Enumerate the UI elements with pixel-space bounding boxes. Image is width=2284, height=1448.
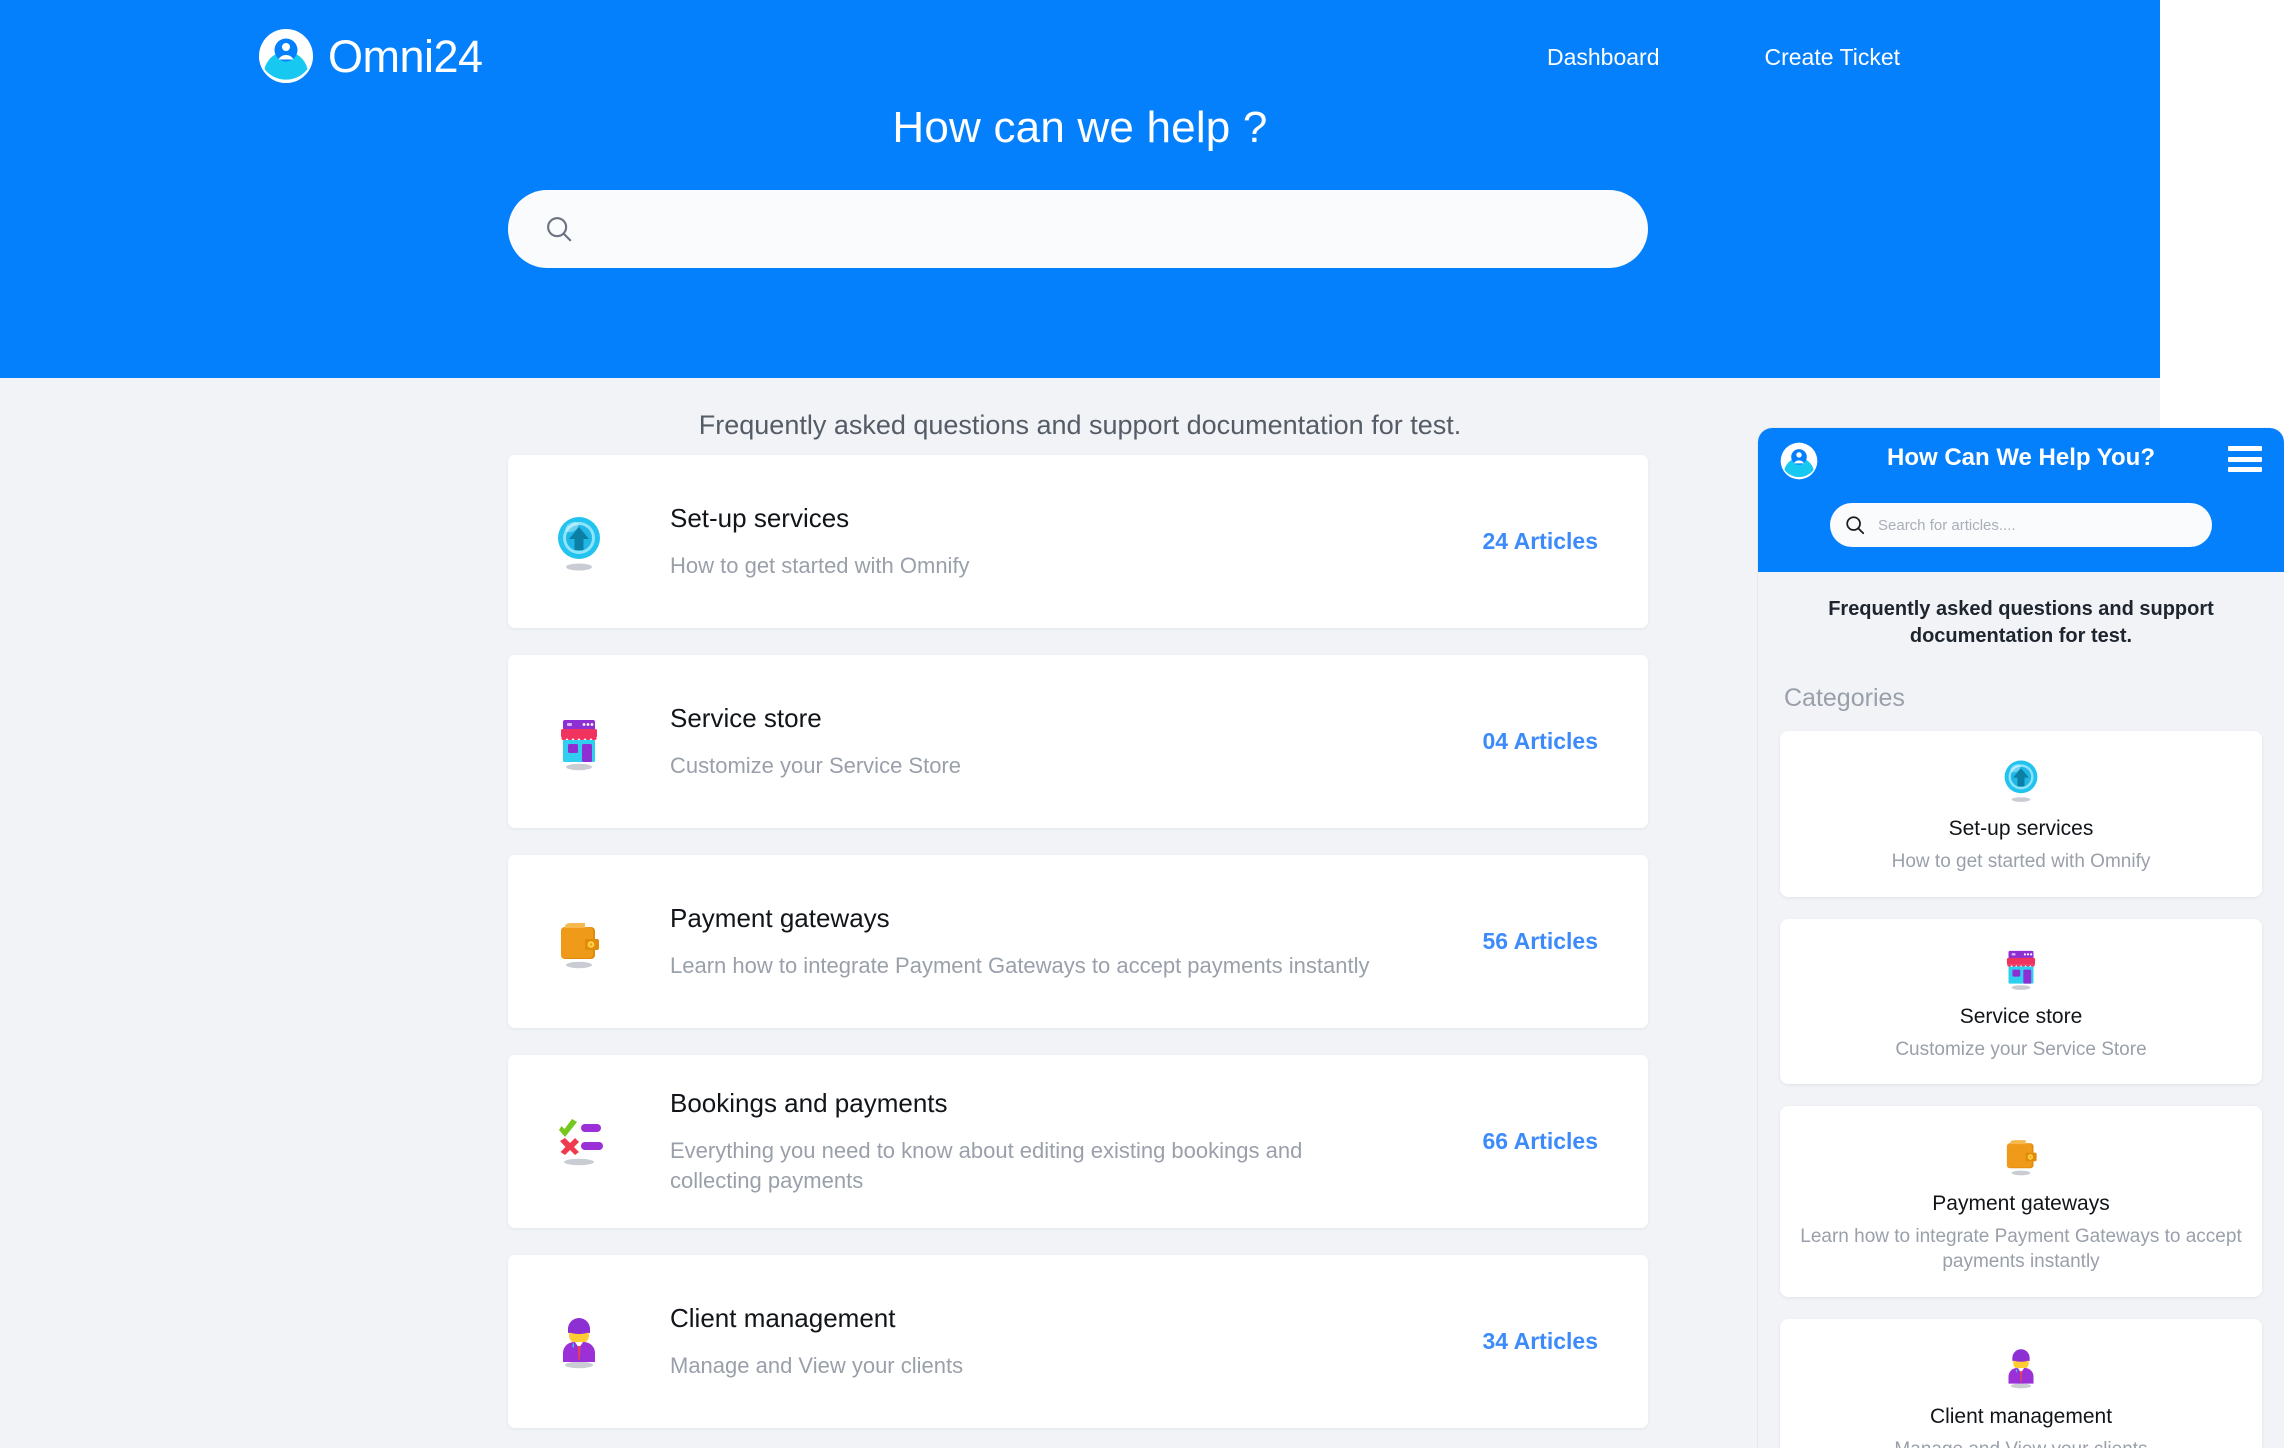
mobile-title: How Can We Help You? [1886, 444, 2156, 471]
category-description: How to get started with Omnify [670, 552, 970, 578]
search-input[interactable] [592, 216, 1612, 242]
category-title: Client management [670, 1302, 896, 1333]
category-card-text: Client management Manage and View your c… [612, 1303, 1483, 1381]
category-card-payment-gateways[interactable]: Payment gateways Learn how to integrate … [508, 855, 1648, 1028]
category-article-count[interactable]: 24 Articles [1483, 528, 1599, 555]
nav-link-create-ticket[interactable]: Create Ticket [1765, 44, 1901, 71]
category-card-text: Bookings and payments Everything you nee… [612, 1088, 1483, 1196]
category-card-service-store[interactable]: Service store Customize your Service Sto… [508, 655, 1648, 828]
nav-links: Dashboard Create Ticket [1547, 44, 1900, 71]
category-description: Customize your Service Store [670, 752, 961, 778]
nav-link-dashboard[interactable]: Dashboard [1547, 44, 1660, 71]
mobile-search-bar[interactable] [1830, 503, 2212, 547]
person-icon [546, 1309, 612, 1375]
category-card-set-up-services[interactable]: Set-up services How to get started with … [508, 455, 1648, 628]
mobile-preview-panel: How Can We Help You? Frequently asked qu… [1758, 428, 2284, 1448]
hamburger-bar [2228, 446, 2262, 451]
wallet-icon [546, 909, 612, 975]
category-card-text: Payment gateways Learn how to integrate … [612, 903, 1483, 981]
wallet-icon [1798, 1128, 2244, 1182]
category-card-text: Set-up services How to get started with … [612, 503, 1483, 581]
category-article-count[interactable]: 34 Articles [1483, 1328, 1599, 1355]
search-icon [547, 217, 572, 242]
mobile-category-title: Payment gateways [1932, 1192, 2110, 1216]
category-description: Learn how to integrate Payment Gateways … [670, 952, 1370, 978]
brand-name: Omni24 [328, 30, 483, 82]
category-title: Set-up services [670, 502, 850, 533]
storefront-icon [546, 709, 612, 775]
upload-circle-icon [546, 509, 612, 575]
checklist-icon [546, 1109, 612, 1175]
top-navigation-bar: Omni24 Dashboard Create Ticket [0, 0, 2160, 120]
brand-logo[interactable]: Omni24 [258, 28, 483, 84]
mobile-category-description: Customize your Service Store [1895, 1038, 2147, 1060]
mobile-category-description: Manage and View your clients [1798, 1438, 2244, 1448]
hamburger-menu-icon[interactable] [2228, 446, 2262, 472]
hero-banner: Omni24 Dashboard Create Ticket How can w… [0, 0, 2160, 378]
category-card-client-management[interactable]: Client management Manage and View your c… [508, 1255, 1648, 1428]
category-title: Service store [670, 702, 822, 733]
omni-avatar-logo-icon [259, 29, 313, 83]
search-bar[interactable] [508, 190, 1648, 268]
hamburger-bar [2228, 456, 2262, 462]
mobile-category-title: Service store [1959, 1004, 2083, 1028]
category-article-count[interactable]: 04 Articles [1483, 728, 1599, 755]
person-icon [1798, 1341, 2244, 1395]
mobile-category-list: Set-up services How to get started with … [1758, 713, 2284, 1448]
mobile-intro-text: Frequently asked questions and support d… [1828, 598, 2214, 647]
category-title: Bookings and payments [670, 1087, 948, 1118]
category-card-list: Set-up services How to get started with … [508, 455, 1648, 1448]
search-icon [1846, 516, 1865, 535]
upload-circle-icon [1798, 753, 2244, 807]
mobile-search-input[interactable] [1878, 516, 2198, 534]
mobile-category-card-service-store[interactable]: Service store Customize your Service Sto… [1780, 918, 2262, 1085]
mobile-categories-label: Categories [1784, 684, 1905, 712]
category-article-count[interactable]: 66 Articles [1483, 1128, 1599, 1155]
mobile-category-title: Set-up services [1948, 817, 2094, 840]
mobile-category-description: Learn how to integrate Payment Gateways … [1800, 1226, 2242, 1273]
category-title: Payment gateways [670, 902, 890, 933]
mobile-category-card-client-management[interactable]: Client management Manage and View your c… [1780, 1318, 2262, 1448]
mobile-header: How Can We Help You? [1758, 428, 2284, 572]
mobile-category-description: How to get started with Omnify [1891, 851, 2151, 872]
category-card-bookings-and-payments[interactable]: Bookings and payments Everything you nee… [508, 1055, 1648, 1228]
help-center-page: Omni24 Dashboard Create Ticket How can w… [0, 0, 2284, 1448]
hamburger-bar [2228, 467, 2262, 472]
category-article-count[interactable]: 56 Articles [1483, 928, 1599, 955]
storefront-icon [1798, 941, 2244, 995]
category-description: Everything you need to know about editin… [670, 1137, 1303, 1193]
category-card-text: Service store Customize your Service Sto… [612, 703, 1483, 781]
mobile-category-title: Client management [1929, 1404, 2113, 1428]
mobile-category-card-payment-gateways[interactable]: Payment gateways Learn how to integrate … [1780, 1106, 2262, 1297]
category-description: Manage and View your clients [670, 1352, 964, 1378]
page-title: How can we help ? [892, 103, 1268, 152]
mobile-category-card-set-up-services[interactable]: Set-up services How to get started with … [1780, 731, 2262, 897]
